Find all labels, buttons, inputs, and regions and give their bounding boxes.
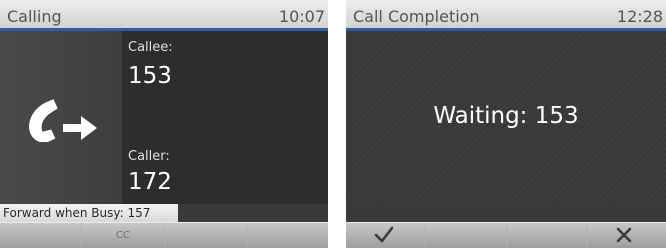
forward-status-bar: Forward when Busy: 157 bbox=[0, 204, 328, 222]
softkey-4[interactable] bbox=[247, 223, 328, 248]
caller-label: Caller: bbox=[128, 149, 170, 164]
screen-title: Call Completion bbox=[353, 7, 480, 26]
softkey-cancel[interactable] bbox=[587, 223, 666, 248]
clock: 10:07 bbox=[278, 7, 325, 26]
waiting-area: Waiting: 153 bbox=[346, 31, 666, 222]
softkey-3[interactable] bbox=[165, 223, 247, 248]
softkey-1[interactable] bbox=[0, 223, 83, 248]
callee-number: 153 bbox=[128, 63, 172, 89]
check-icon bbox=[374, 226, 394, 243]
call-info-pane: Callee: 153 Caller: 172 bbox=[122, 31, 328, 204]
call-icon-pane bbox=[0, 31, 122, 204]
forward-status-text: Forward when Busy: 157 bbox=[0, 204, 178, 222]
softkey-bar bbox=[346, 222, 666, 248]
call-completion-screen: Call Completion 12:28 Waiting: 153 bbox=[346, 0, 666, 248]
calling-screen: Calling 10:07 Callee: 153 Caller: 172 Fo… bbox=[0, 0, 328, 248]
close-icon bbox=[616, 227, 632, 243]
screen-title: Calling bbox=[7, 7, 62, 26]
softkey-accept[interactable] bbox=[346, 223, 427, 248]
caller-number: 172 bbox=[128, 169, 172, 195]
forward-call-icon bbox=[29, 99, 97, 142]
softkey-cc[interactable]: CC bbox=[82, 223, 165, 248]
softkey-3[interactable] bbox=[507, 223, 587, 248]
status-strip bbox=[346, 204, 666, 222]
title-bar: Calling 10:07 bbox=[0, 0, 328, 31]
softkey-bar: CC bbox=[0, 222, 328, 248]
waiting-status: Waiting: 153 bbox=[433, 103, 579, 129]
softkey-2[interactable] bbox=[426, 223, 507, 248]
clock: 12:28 bbox=[616, 7, 663, 26]
title-bar: Call Completion 12:28 bbox=[346, 0, 666, 31]
callee-label: Callee: bbox=[128, 40, 173, 55]
